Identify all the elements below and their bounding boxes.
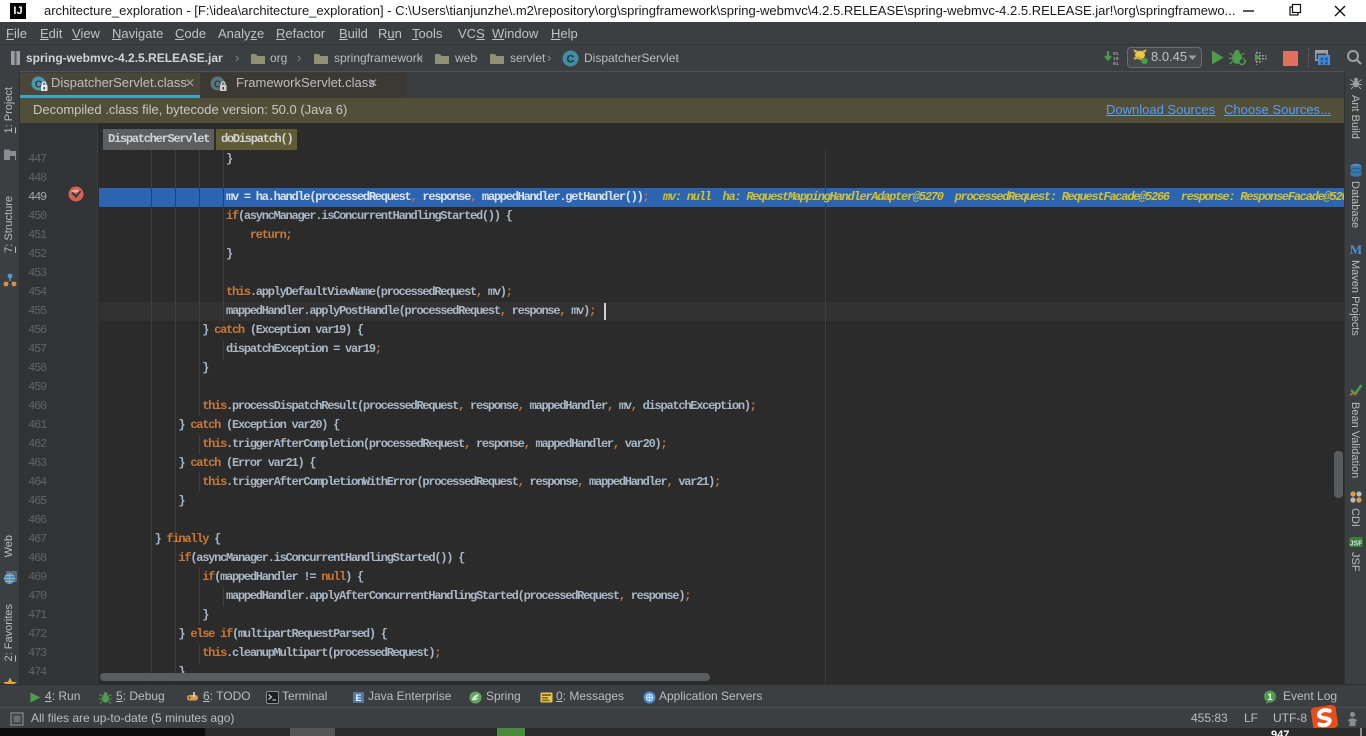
svg-text:1: 1	[1267, 692, 1272, 702]
svg-text:E: E	[355, 693, 361, 703]
svg-text:JSF: JSF	[1350, 541, 1364, 548]
svg-text:C: C	[567, 54, 575, 66]
svg-text:M: M	[1350, 242, 1362, 257]
svg-text:01: 01	[1113, 61, 1119, 67]
